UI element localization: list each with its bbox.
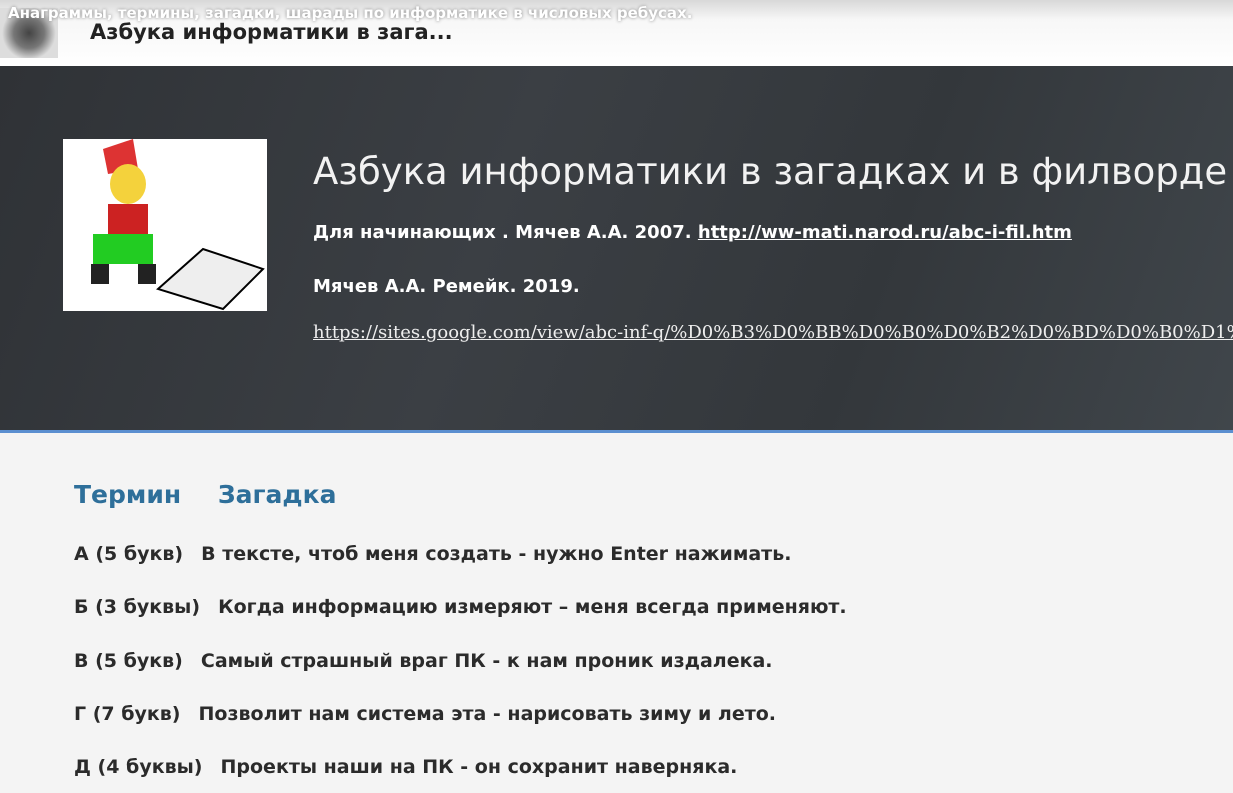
riddle: Позволит нам система эта - нарисовать зи… [198,703,777,725]
term: Д (4 буквы) [74,756,203,778]
table-row: А (5 букв) В тексте, чтоб меня создать - … [74,543,791,565]
video-subtitle: Азбука информатики в зага... [90,20,453,44]
remake-text: Мячев А.А. Ремейк. 2019. [313,276,580,297]
header-riddle: Загадка [217,480,337,509]
intro-line: Для начинающих . Мячев А.А. 2007. http:/… [313,222,1072,243]
riddle: Самый страшный враг ПК - к нам проник из… [200,650,773,672]
table-header: Термин Загадка [74,480,364,509]
riddle: В тексте, чтоб меня создать - нужно Ente… [201,543,792,565]
riddle: Когда информацию измеряют – меня всегда … [218,596,847,618]
video-top-bar: Анаграммы, термины, загадки, шарады по и… [0,0,1233,66]
header-term: Термин [74,480,182,509]
table-row: Г (7 букв) Позволит нам система эта - нар… [74,703,776,725]
riddle: Проекты наши на ПК - он сохранит наверня… [220,756,738,778]
source-link[interactable]: http://ww-mati.narod.ru/abc-i-fil.htm [698,222,1072,243]
term: Б (3 буквы) [74,596,201,618]
term: В (5 букв) [74,650,183,672]
term: А (5 букв) [74,543,184,565]
cartoon-illustration [63,139,267,311]
intro-text: Для начинающих . Мячев А.А. 2007. [313,222,692,243]
table-row: Д (4 буквы) Проекты наши на ПК - он сохра… [74,756,737,778]
page-title: Азбука информатики в загадках и в филвор… [313,150,1228,193]
table-row: Б (3 буквы) Когда информацию измеряют – м… [74,596,847,618]
term: Г (7 букв) [74,703,181,725]
table-row: В (5 букв) Самый страшный враг ПК - к нам… [74,650,773,672]
remake-link[interactable]: https://sites.google.com/view/abc-inf-q/… [313,322,1233,343]
